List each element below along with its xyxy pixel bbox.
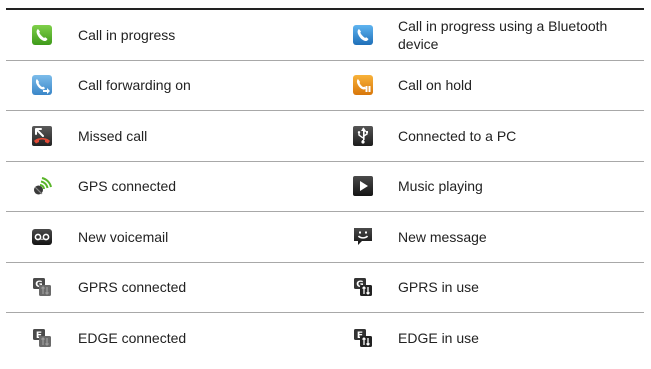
table-row: GPS connected Music playing [6, 162, 644, 212]
icon-cell [330, 162, 390, 212]
icon-cell [6, 111, 68, 161]
gprs-in-use-icon: G [354, 278, 372, 297]
icon-cell [330, 61, 390, 111]
status-label: EDGE connected [78, 330, 187, 347]
usb-icon [353, 125, 373, 146]
icon-cell [6, 212, 68, 262]
status-label: Call on hold [398, 77, 472, 94]
status-label: GPS connected [78, 178, 177, 195]
status-label: New message [398, 228, 487, 245]
table-row: Call forwarding on Call on hold [6, 61, 644, 111]
icon-cell [330, 212, 390, 262]
icon-cell [6, 10, 68, 60]
icon-cell: G [330, 263, 390, 313]
status-label: Missed call [78, 127, 148, 144]
icon-cell: E [6, 313, 68, 364]
missed-call-icon [32, 125, 52, 146]
status-label: GPRS in use [398, 279, 479, 296]
status-label: Call in progress using a Bluetooth devic… [398, 17, 608, 52]
table-row: New voicemail New message [6, 212, 644, 263]
table-row: E EDGE connected E EDGE in use [6, 313, 644, 364]
status-label: New voicemail [78, 228, 169, 245]
icon-cell [6, 162, 68, 212]
phone-green-icon [32, 24, 52, 45]
icon-cell [330, 111, 390, 161]
status-label: Music playing [398, 178, 483, 195]
status-label: Connected to a PC [398, 127, 517, 144]
gps-icon [34, 177, 52, 195]
icon-cell: E [330, 313, 390, 364]
message-icon [354, 227, 372, 245]
table-row: G GPRS connected G GPRS in use [6, 263, 644, 313]
status-label: EDGE in use [398, 330, 479, 347]
table-row: Call in progress Call in progress using … [6, 10, 644, 61]
table-row: Missed call Connected to a PC [6, 111, 644, 162]
status-label: GPRS connected [78, 279, 187, 296]
edge-in-use-icon: E [354, 329, 372, 348]
status-label: Call forwarding on [78, 77, 191, 94]
status-icon-table: Call in progress Call in progress using … [6, 8, 644, 364]
call-hold-icon [353, 75, 373, 96]
play-icon [353, 176, 373, 197]
status-label: Call in progress [78, 26, 176, 43]
edge-connected-icon: E [33, 329, 51, 348]
phone-bluetooth-icon [353, 24, 373, 45]
call-forward-icon [32, 75, 52, 96]
icon-cell [330, 10, 390, 60]
gprs-connected-icon: G [33, 278, 51, 297]
icon-cell: G [6, 263, 68, 313]
icon-cell [6, 61, 68, 111]
voicemail-icon [32, 228, 52, 245]
